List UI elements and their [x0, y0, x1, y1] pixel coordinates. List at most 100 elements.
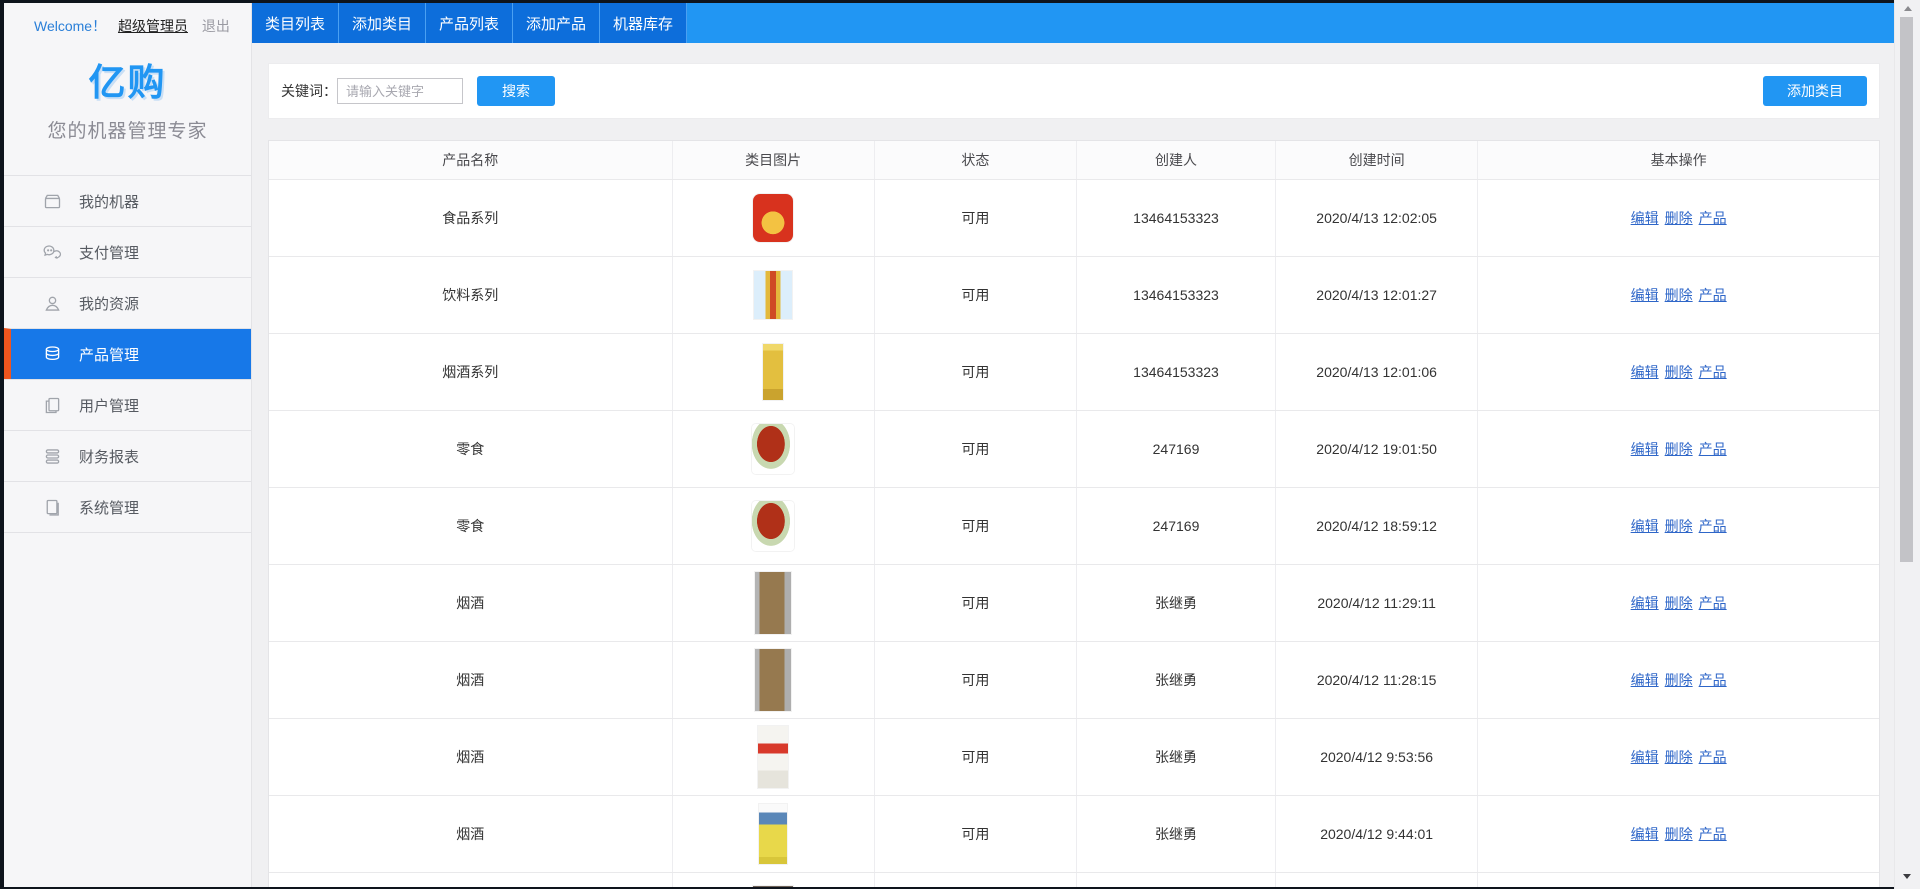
admin-user-link[interactable]: 超级管理员 — [118, 18, 188, 34]
search-button[interactable]: 搜索 — [477, 76, 555, 106]
table-row: 饮料系列 可用 13464153323 2020/4/13 12:01:27 编… — [269, 257, 1879, 334]
status-cell: 可用 — [875, 488, 1077, 564]
action-link-编辑[interactable]: 编辑 — [1631, 208, 1659, 228]
roast-duck-plate — [752, 501, 794, 551]
scrollbar-thumb[interactable] — [1900, 17, 1913, 562]
vertical-scrollbar[interactable] — [1894, 0, 1920, 889]
sidebar-item-label: 我的资源 — [79, 293, 139, 314]
status-cell: 可用 — [875, 257, 1077, 333]
action-link-编辑[interactable]: 编辑 — [1631, 362, 1659, 382]
sidebar-item-system-management[interactable]: 系统管理 — [4, 481, 251, 533]
tab-product-list[interactable]: 产品列表 — [426, 3, 513, 43]
sidebar-item-payments[interactable]: 支付管理 — [4, 226, 251, 277]
created-time-cell: 2020/4/12 19:01:50 — [1276, 411, 1478, 487]
table-header-row: 产品名称 类目图片 状态 创建人 创建时间 基本操作 — [269, 141, 1879, 180]
product-name-cell: 烟酒 — [269, 642, 673, 718]
scrollbar-up-arrow-icon[interactable] — [1904, 6, 1912, 11]
column-header-category-image: 类目图片 — [673, 141, 875, 179]
sidebar-item-label: 用户管理 — [79, 395, 139, 416]
action-link-产品[interactable]: 产品 — [1699, 439, 1727, 459]
action-link-产品[interactable]: 产品 — [1699, 208, 1727, 228]
sidebar-item-user-management[interactable]: 用户管理 — [4, 379, 251, 430]
resource-icon — [42, 293, 63, 314]
table-row: 食品系列 可用 13464153323 2020/4/13 12:02:05 编… — [269, 180, 1879, 257]
product-name-cell: 烟酒 — [269, 796, 673, 872]
product-name-cell: 零食 — [269, 411, 673, 487]
action-link-产品[interactable]: 产品 — [1699, 516, 1727, 536]
creator-cell: 13464153323 — [1077, 257, 1276, 333]
category-image-cell — [673, 642, 875, 718]
action-link-产品[interactable]: 产品 — [1699, 362, 1727, 382]
tab-add-category[interactable]: 添加类目 — [339, 3, 426, 43]
action-link-编辑[interactable]: 编辑 — [1631, 593, 1659, 613]
brand-logo: 亿购 — [4, 52, 251, 106]
product-name-cell — [269, 873, 673, 887]
action-link-编辑[interactable]: 编辑 — [1631, 285, 1659, 305]
action-link-编辑[interactable]: 编辑 — [1631, 439, 1659, 459]
add-category-button[interactable]: 添加类目 — [1763, 76, 1867, 106]
action-link-删除[interactable]: 删除 — [1665, 285, 1693, 305]
created-time-cell: 2020/4/13 12:01:27 — [1276, 257, 1478, 333]
action-link-产品[interactable]: 产品 — [1699, 747, 1727, 767]
column-header-status: 状态 — [875, 141, 1077, 179]
keyword-input[interactable] — [337, 78, 463, 104]
actions-cell: 编辑删除产品 — [1478, 180, 1879, 256]
sidebar-item-my-machines[interactable]: 我的机器 — [4, 175, 251, 226]
action-link-编辑[interactable]: 编辑 — [1631, 824, 1659, 844]
main-area: 类目列表 添加类目 产品列表 添加产品 机器库存 关键词： 搜索 添加类目 产品… — [252, 3, 1895, 887]
logout-link[interactable]: 退出 — [202, 18, 230, 34]
action-link-删除[interactable]: 删除 — [1665, 747, 1693, 767]
action-link-删除[interactable]: 删除 — [1665, 670, 1693, 690]
sidebar-item-label: 我的机器 — [79, 191, 139, 212]
action-link-删除[interactable]: 删除 — [1665, 824, 1693, 844]
tab-add-product[interactable]: 添加产品 — [513, 3, 600, 43]
status-cell — [875, 873, 1077, 887]
creator-cell — [1077, 873, 1276, 887]
sidebar-item-financial-reports[interactable]: 财务报表 — [4, 430, 251, 481]
action-link-编辑[interactable]: 编辑 — [1631, 516, 1659, 536]
created-time-cell — [1276, 873, 1478, 887]
actions-cell: 编辑删除产品 — [1478, 334, 1879, 410]
white-cigarette-pack — [758, 726, 788, 788]
actions-cell: 编辑删除产品 — [1478, 257, 1879, 333]
action-link-编辑[interactable]: 编辑 — [1631, 670, 1659, 690]
tab-machine-inventory[interactable]: 机器库存 — [600, 3, 687, 43]
created-time-cell: 2020/4/12 9:53:56 — [1276, 719, 1478, 795]
table-row: 零食 可用 247169 2020/4/12 19:01:50 编辑删除产品 — [269, 411, 1879, 488]
status-cell: 可用 — [875, 719, 1077, 795]
report-icon — [42, 446, 63, 467]
tab-category-list[interactable]: 类目列表 — [252, 3, 339, 43]
created-time-cell: 2020/4/12 11:28:15 — [1276, 642, 1478, 718]
payment-icon — [42, 242, 63, 263]
product-name-cell: 食品系列 — [269, 180, 673, 256]
action-link-产品[interactable]: 产品 — [1699, 593, 1727, 613]
sidebar: Welcome！ 超级管理员 退出 亿购 您的机器管理专家 我的机器 支付管理 — [4, 3, 252, 887]
action-link-产品[interactable]: 产品 — [1699, 670, 1727, 690]
action-link-编辑[interactable]: 编辑 — [1631, 747, 1659, 767]
category-image-cell — [673, 488, 875, 564]
sidebar-item-product-management[interactable]: 产品管理 — [4, 328, 251, 379]
action-link-删除[interactable]: 删除 — [1665, 516, 1693, 536]
created-time-cell: 2020/4/12 18:59:12 — [1276, 488, 1478, 564]
category-image-cell — [673, 719, 875, 795]
scrollbar-down-arrow-icon[interactable] — [1903, 874, 1911, 879]
action-link-删除[interactable]: 删除 — [1665, 593, 1693, 613]
table-row: 烟酒 可用 张继勇 2020/4/12 9:53:56 编辑删除产品 — [269, 719, 1879, 796]
action-link-产品[interactable]: 产品 — [1699, 824, 1727, 844]
action-link-删除[interactable]: 删除 — [1665, 362, 1693, 382]
actions-cell: 编辑删除产品 — [1478, 565, 1879, 641]
action-link-产品[interactable]: 产品 — [1699, 285, 1727, 305]
content-area: 关键词： 搜索 添加类目 产品名称 类目图片 状态 创建人 创建时间 基本操作 … — [252, 43, 1895, 887]
product-name-cell: 烟酒 — [269, 565, 673, 641]
action-link-删除[interactable]: 删除 — [1665, 208, 1693, 228]
column-header-created-time: 创建时间 — [1276, 141, 1478, 179]
category-image-cell — [673, 257, 875, 333]
system-icon — [42, 497, 63, 518]
status-cell: 可用 — [875, 411, 1077, 487]
status-cell: 可用 — [875, 796, 1077, 872]
sidebar-item-label: 产品管理 — [79, 344, 139, 365]
logo-area: 亿购 您的机器管理专家 — [4, 52, 251, 143]
action-link-删除[interactable]: 删除 — [1665, 439, 1693, 459]
sidebar-item-my-resources[interactable]: 我的资源 — [4, 277, 251, 328]
table-body: 食品系列 可用 13464153323 2020/4/13 12:02:05 编… — [269, 180, 1879, 887]
